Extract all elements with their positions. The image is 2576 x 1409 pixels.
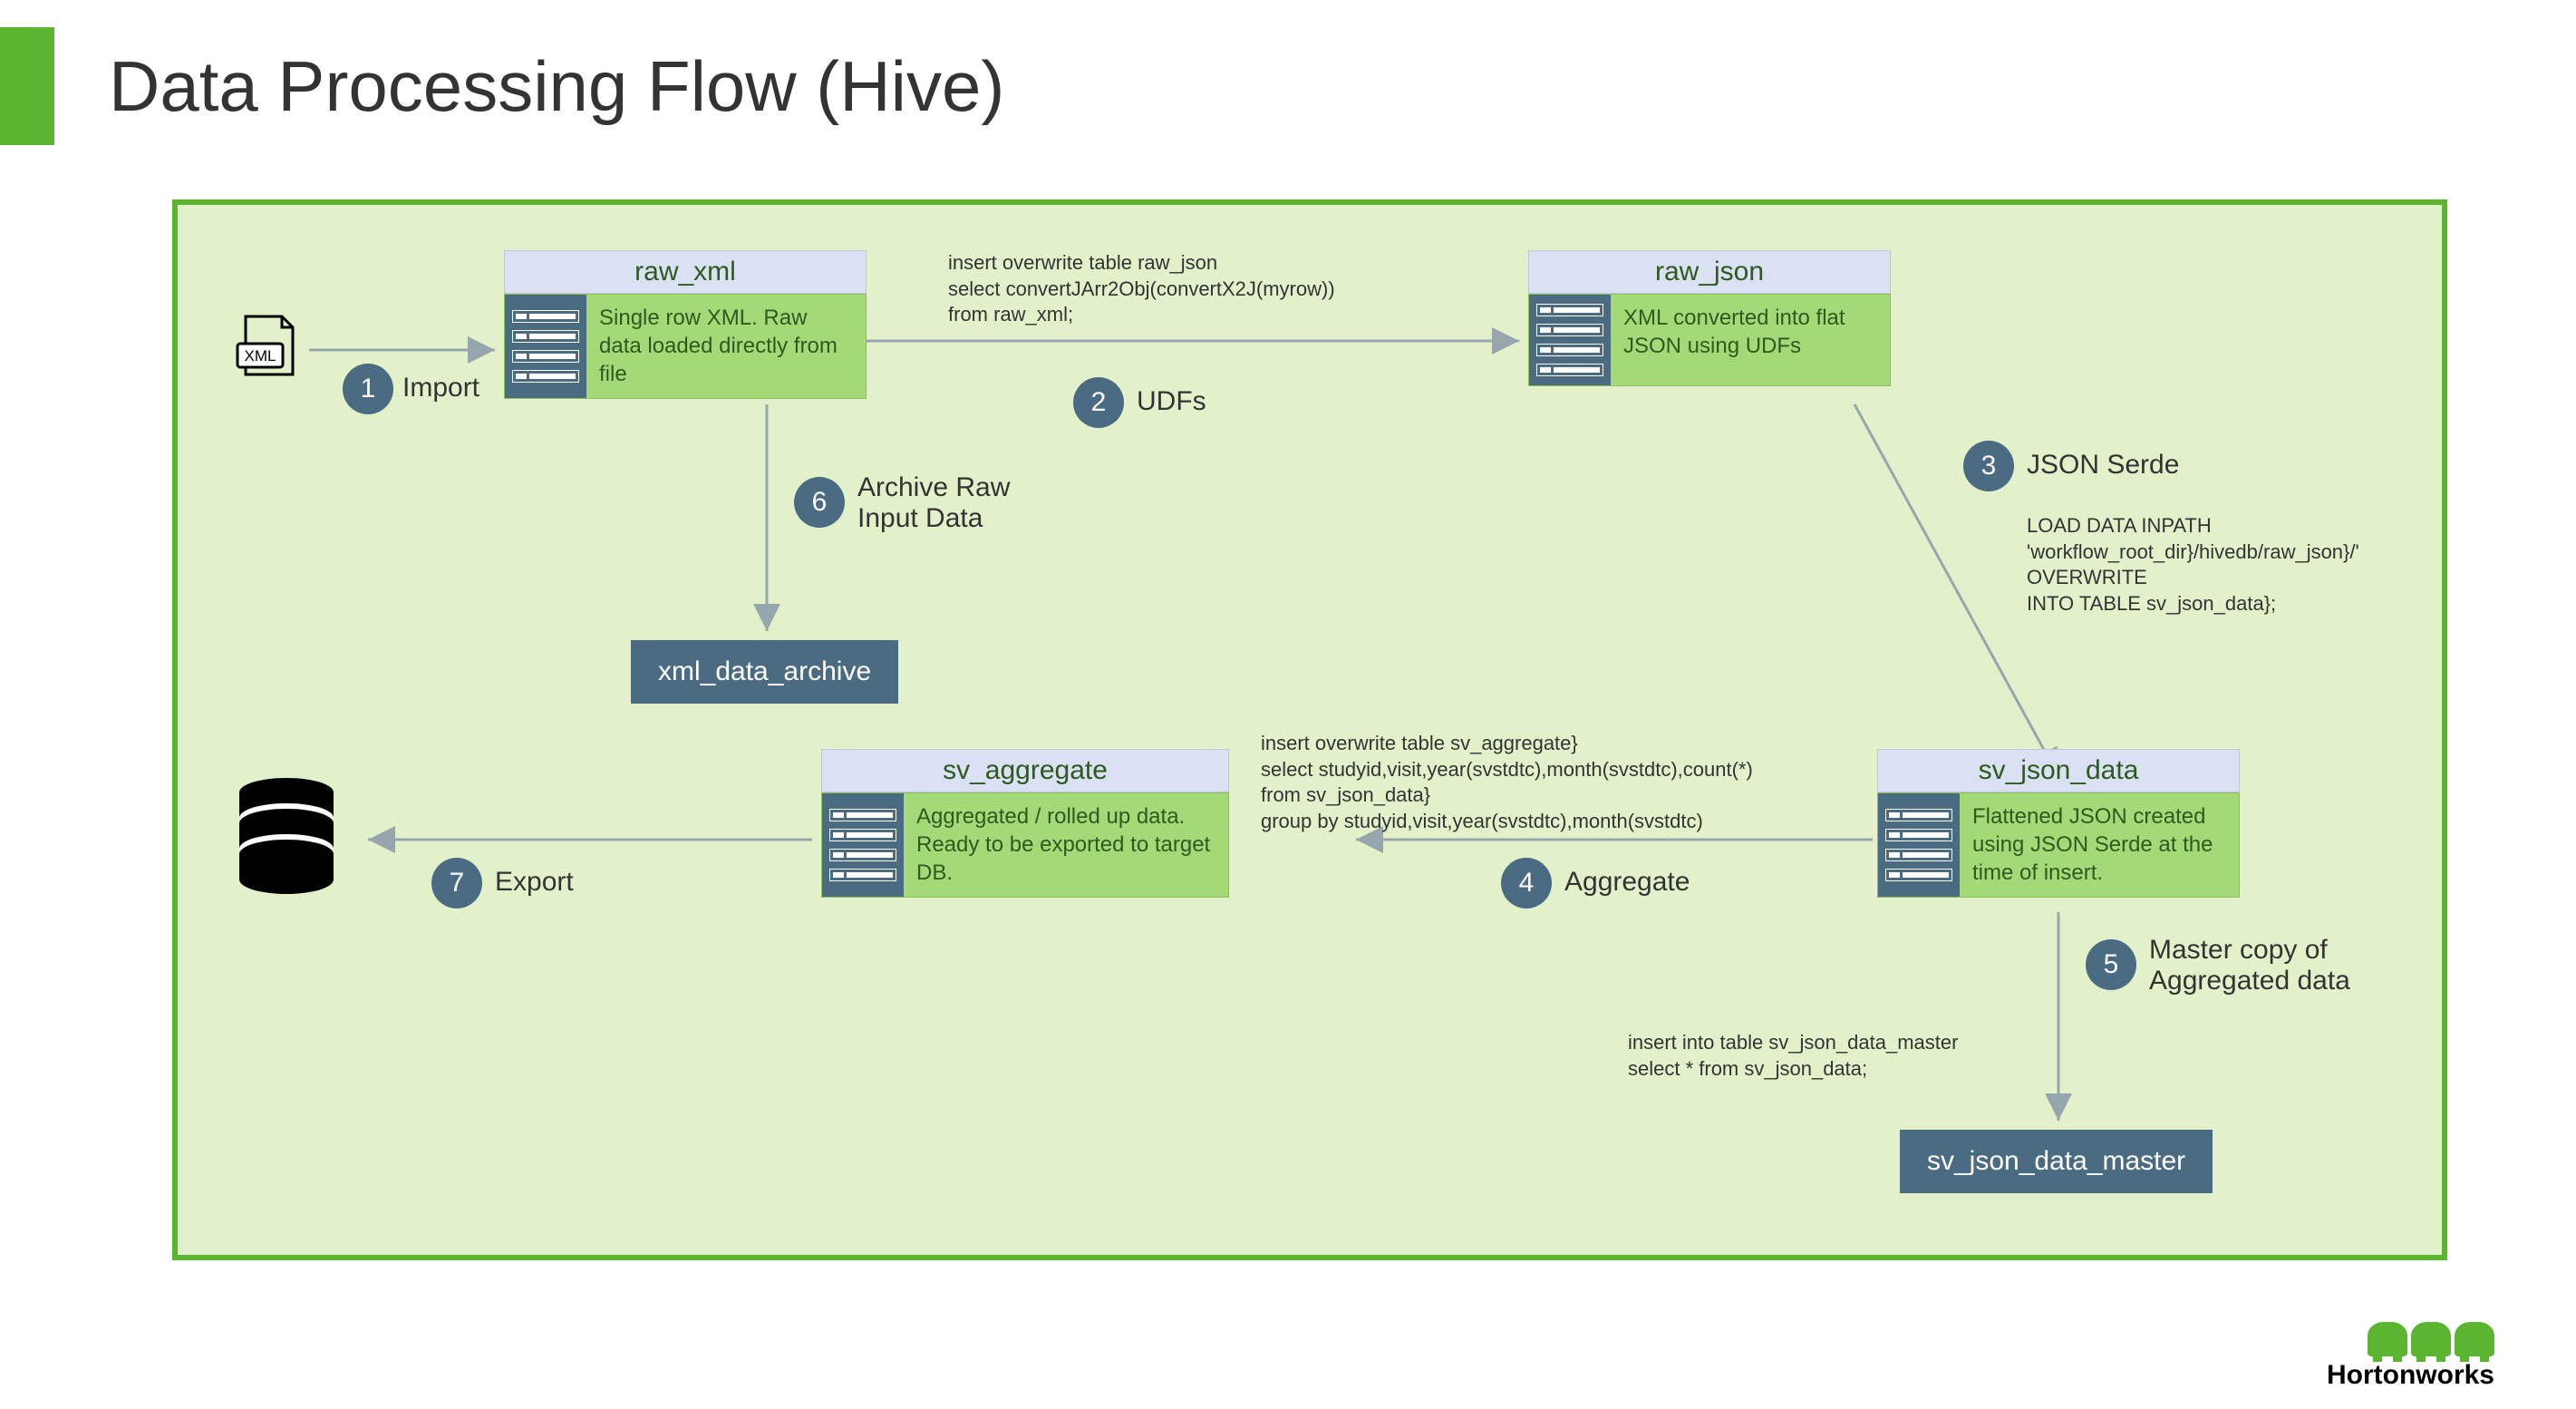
step-3-circle: 3 [1963, 441, 2014, 491]
step-6-label: Archive Raw Input Data [857, 472, 1010, 534]
table-raw-json-desc: XML converted into flat JSON using UDFs [1611, 295, 1890, 385]
step-7-label: Export [495, 867, 574, 898]
title-accent [0, 27, 54, 145]
step-3-code: LOAD DATA INPATH 'workflow_root_dir}/hiv… [2027, 513, 2359, 617]
diagram-canvas: XML raw_xml Single row XML. Raw data loa… [172, 199, 2447, 1260]
step-2-code: insert overwrite table raw_json select c… [948, 250, 1335, 328]
step-2-circle: 2 [1073, 377, 1124, 428]
step-6-circle: 6 [794, 477, 845, 528]
slide-title-bar: Data Processing Flow (Hive) [0, 27, 1004, 145]
step-5-code: insert into table sv_json_data_master se… [1628, 1030, 1958, 1082]
elephants-icon [2327, 1322, 2494, 1356]
archive-sv-json-master: sv_json_data_master [1900, 1130, 2213, 1193]
archive-xml-data: xml_data_archive [631, 640, 898, 704]
table-sv-json-data-desc: Flattened JSON created using JSON Serde … [1960, 793, 2239, 897]
table-icon [1878, 793, 1960, 897]
step-1-label: Import [402, 373, 479, 403]
xml-file-icon: XML [232, 309, 305, 382]
step-4-label: Aggregate [1564, 867, 1690, 898]
table-raw-xml: raw_xml Single row XML. Raw data loaded … [504, 250, 867, 399]
table-raw-json-name: raw_json [1528, 250, 1891, 294]
step-2-label: UDFs [1137, 386, 1206, 417]
step-4-circle: 4 [1501, 858, 1552, 909]
table-sv-aggregate-desc: Aggregated / rolled up data. Ready to be… [904, 793, 1228, 897]
table-sv-json-data: sv_json_data Flattened JSON created usin… [1877, 749, 2240, 898]
table-sv-json-data-name: sv_json_data [1877, 749, 2240, 792]
step-1-circle: 1 [343, 364, 393, 414]
step-3-label: JSON Serde [2027, 450, 2179, 481]
table-icon [505, 295, 586, 398]
table-raw-xml-desc: Single row XML. Raw data loaded directly… [586, 295, 866, 398]
table-icon [1529, 295, 1611, 385]
slide-title: Data Processing Flow (Hive) [109, 45, 1004, 128]
database-icon [232, 776, 341, 894]
hortonworks-logo: Hortonworks [2327, 1322, 2494, 1391]
xml-label: XML [245, 347, 276, 364]
step-5-label: Master copy of Aggregated data [2149, 935, 2350, 996]
step-5-circle: 5 [2086, 939, 2136, 990]
table-sv-aggregate-name: sv_aggregate [821, 749, 1229, 792]
table-raw-xml-name: raw_xml [504, 250, 867, 294]
table-icon [822, 793, 904, 897]
table-raw-json: raw_json XML converted into flat JSON us… [1528, 250, 1891, 386]
logo-text: Hortonworks [2327, 1360, 2494, 1391]
table-sv-aggregate: sv_aggregate Aggregated / rolled up data… [821, 749, 1229, 898]
step-4-code: insert overwrite table sv_aggregate} sel… [1261, 731, 1753, 834]
step-7-circle: 7 [431, 858, 482, 909]
